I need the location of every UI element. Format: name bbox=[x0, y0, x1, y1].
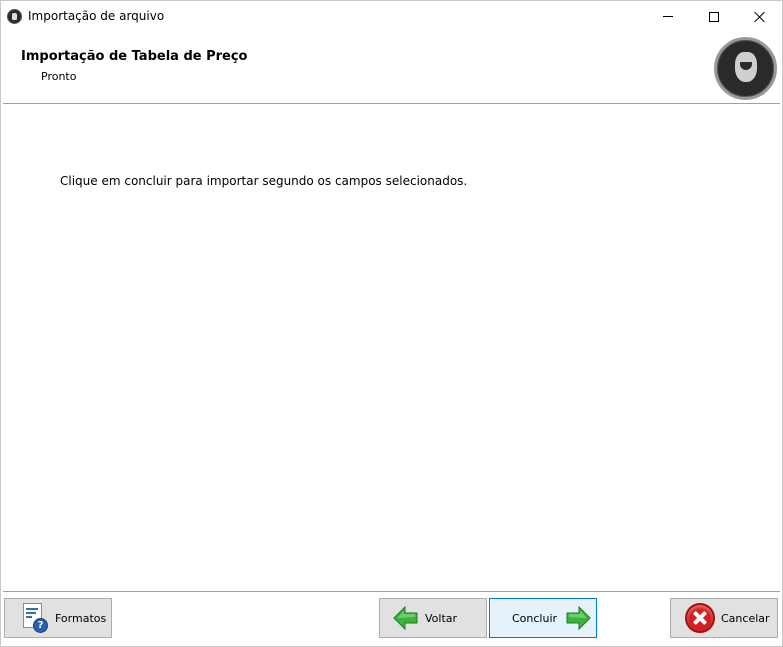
title-bar[interactable]: Importação de arquivo bbox=[1, 1, 782, 32]
document-help-icon: ? bbox=[21, 603, 49, 633]
minimize-button[interactable] bbox=[645, 1, 691, 32]
wizard-header: Importação de Tabela de Preço Pronto bbox=[1, 32, 782, 103]
wizard-content: Clique em concluir para importar segundo… bbox=[1, 104, 782, 591]
maximize-button[interactable] bbox=[691, 1, 737, 32]
brand-logo-icon bbox=[714, 37, 777, 100]
instruction-message: Clique em concluir para importar segundo… bbox=[60, 174, 468, 188]
minimize-icon bbox=[663, 16, 673, 17]
wizard-title: Importação de Tabela de Preço bbox=[21, 49, 248, 64]
close-button[interactable] bbox=[737, 1, 783, 32]
app-logo-icon bbox=[7, 9, 22, 24]
import-wizard-window: Importação de arquivo Importação de Tabe… bbox=[0, 0, 783, 647]
cancelar-button[interactable]: Cancelar bbox=[670, 598, 778, 638]
formatos-button[interactable]: ? Formatos bbox=[4, 598, 112, 638]
maximize-icon bbox=[709, 11, 719, 22]
arrow-right-icon bbox=[566, 605, 591, 631]
cancel-icon bbox=[685, 603, 715, 633]
arrow-left-icon bbox=[393, 605, 418, 631]
formatos-label: Formatos bbox=[55, 611, 107, 625]
concluir-button[interactable]: Concluir bbox=[489, 598, 597, 638]
wizard-status: Pronto bbox=[41, 70, 77, 83]
voltar-label: Voltar bbox=[425, 611, 458, 625]
voltar-button[interactable]: Voltar bbox=[379, 598, 487, 638]
cancelar-label: Cancelar bbox=[721, 611, 770, 625]
window-title: Importação de arquivo bbox=[28, 9, 165, 23]
concluir-label: Concluir bbox=[512, 611, 558, 625]
close-icon bbox=[754, 11, 766, 23]
footer-divider bbox=[3, 591, 780, 592]
